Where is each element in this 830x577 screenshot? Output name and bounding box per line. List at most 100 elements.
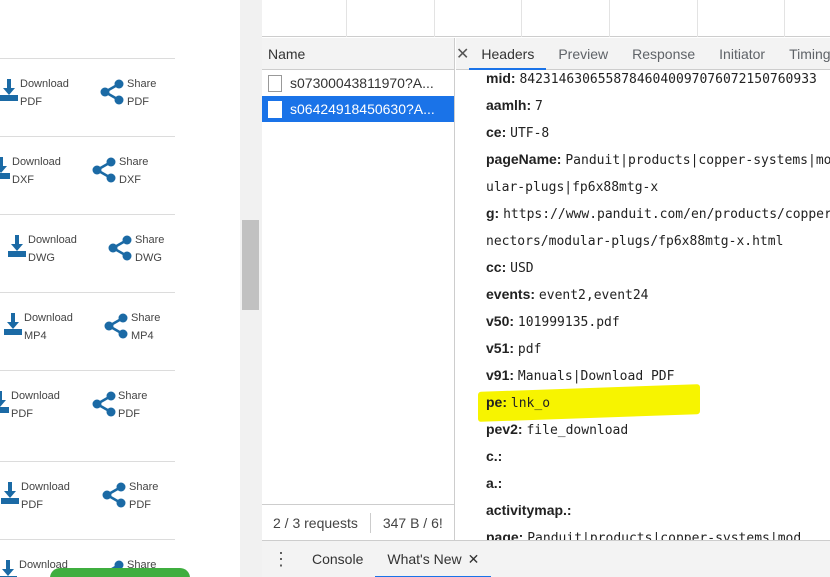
download-label: Download bbox=[24, 312, 73, 324]
param-key: pev2: bbox=[486, 421, 523, 437]
download-icon[interactable] bbox=[1, 482, 19, 509]
download-row: Download PDF Share PDF bbox=[0, 58, 175, 136]
param-key: mid: bbox=[486, 71, 516, 86]
param-row: page: Panduit|products|copper-systems|mo… bbox=[486, 524, 830, 540]
download-link[interactable]: Download DWG bbox=[28, 231, 77, 267]
param-row: mid: 84231463065587846040097076072150760… bbox=[486, 71, 830, 92]
share-label: Share bbox=[129, 481, 159, 493]
tab-timing[interactable]: Timing bbox=[777, 38, 830, 70]
download-row: Download PDF Share PDF bbox=[0, 370, 175, 461]
transfer-size: 347 B / 6! bbox=[382, 514, 443, 531]
param-row: nectors/modular-plugs/fp6x88mtg-x.html bbox=[486, 227, 830, 254]
share-file-type: PDF bbox=[129, 499, 151, 511]
download-icon[interactable] bbox=[0, 157, 10, 184]
share-icon[interactable] bbox=[102, 482, 126, 513]
drawer-tab-label: Console bbox=[312, 550, 364, 567]
download-label: Download bbox=[12, 156, 61, 168]
screen: Download PDF Share PDF Download DXF Share DXF Do… bbox=[0, 0, 830, 577]
document-icon bbox=[268, 74, 282, 92]
download-icon[interactable] bbox=[0, 560, 17, 577]
share-file-type: DXF bbox=[119, 174, 141, 186]
share-link[interactable]: Share PDF bbox=[129, 478, 158, 514]
request-detail-pane: ✕ Headers Preview Response Initiator Timing … bbox=[456, 38, 830, 540]
param-value: pdf bbox=[517, 342, 542, 357]
share-link[interactable]: Share MP4 bbox=[131, 309, 160, 345]
page-scrollbar-thumb[interactable] bbox=[242, 220, 259, 310]
param-row: pageName: Panduit|products|copper-system… bbox=[486, 146, 830, 173]
download-icon[interactable] bbox=[4, 313, 22, 340]
param-row: g: https://www.panduit.com/en/products/c… bbox=[486, 200, 830, 227]
tab-headers[interactable]: Headers bbox=[469, 38, 547, 70]
tab-preview[interactable]: Preview bbox=[546, 38, 620, 70]
share-label: Share bbox=[131, 312, 161, 324]
download-link[interactable]: Download MP4 bbox=[24, 309, 73, 345]
param-value: file_download bbox=[526, 423, 629, 438]
devtools-network-panel: Name s07300043811970?A... s06424918450630… bbox=[262, 0, 830, 577]
request-name: s06424918450630?A... bbox=[290, 101, 435, 117]
param-key: aamlh: bbox=[486, 97, 532, 113]
download-icon[interactable] bbox=[0, 391, 9, 418]
tab-response[interactable]: Response bbox=[620, 38, 707, 70]
share-icon[interactable] bbox=[92, 391, 116, 422]
download-link[interactable]: Download PDF bbox=[20, 75, 69, 111]
download-icon[interactable] bbox=[8, 235, 26, 262]
request-count: 2 / 3 requests bbox=[273, 514, 358, 531]
download-label: Download bbox=[11, 390, 60, 402]
detail-tabs: ✕ Headers Preview Response Initiator Timing bbox=[456, 38, 830, 70]
share-icon[interactable] bbox=[100, 79, 124, 110]
param-value: USD bbox=[510, 261, 534, 276]
chat-pill-button[interactable] bbox=[50, 568, 190, 577]
param-value: 7 bbox=[535, 99, 543, 114]
share-link[interactable]: Share PDF bbox=[118, 387, 147, 423]
share-link[interactable]: Share DXF bbox=[119, 153, 148, 189]
param-key: page: bbox=[486, 529, 524, 540]
download-file-type: MP4 bbox=[24, 330, 47, 342]
drawer-tab-what-s-new[interactable]: What's New ✕ bbox=[375, 541, 492, 577]
download-link[interactable]: Download PDF bbox=[11, 387, 60, 423]
share-file-type: PDF bbox=[118, 408, 140, 420]
param-row: v51: pdf bbox=[486, 335, 830, 362]
query-params-list: mid: 84231463065587846040097076072150760… bbox=[456, 71, 830, 540]
request-row[interactable]: s06424918450630?A... bbox=[262, 96, 454, 122]
param-value: 84231463065587846040097076072150760933 bbox=[519, 72, 817, 87]
param-key: c.: bbox=[486, 448, 503, 464]
request-row[interactable]: s07300043811970?A... bbox=[262, 70, 454, 96]
share-file-type: MP4 bbox=[131, 330, 154, 342]
param-key: activitymap.: bbox=[486, 502, 572, 518]
close-tab-icon[interactable]: ✕ bbox=[468, 551, 480, 567]
param-row: ce: UTF-8 bbox=[486, 119, 830, 146]
close-detail-icon[interactable]: ✕ bbox=[456, 44, 469, 64]
download-link[interactable]: Download DXF bbox=[12, 153, 61, 189]
param-value: UTF-8 bbox=[510, 126, 550, 141]
drawer-tab-console[interactable]: Console bbox=[300, 541, 375, 577]
share-link[interactable]: Share DWG bbox=[135, 231, 164, 267]
download-file-type: PDF bbox=[21, 499, 43, 511]
share-icon[interactable] bbox=[104, 313, 128, 344]
share-link[interactable]: Share PDF bbox=[127, 75, 156, 111]
share-icon[interactable] bbox=[108, 235, 132, 266]
param-value: https://www.panduit.com/en/products/copp… bbox=[503, 207, 830, 222]
param-row: activitymap.: bbox=[486, 497, 830, 524]
share-label: Share bbox=[135, 234, 165, 246]
param-key: v50: bbox=[486, 313, 515, 329]
param-key: g: bbox=[486, 205, 500, 221]
param-row: v50: 101999135.pdf bbox=[486, 308, 830, 335]
network-overview-timeline bbox=[262, 0, 830, 37]
param-row: a.: bbox=[486, 470, 830, 497]
download-icon[interactable] bbox=[0, 79, 18, 106]
param-key: v51: bbox=[486, 340, 515, 356]
download-file-type: PDF bbox=[20, 96, 42, 108]
tab-initiator[interactable]: Initiator bbox=[707, 38, 777, 70]
param-row: v91: Manuals|Download PDF bbox=[486, 362, 830, 389]
param-value: event2,event24 bbox=[538, 288, 649, 303]
share-icon[interactable] bbox=[92, 157, 116, 188]
param-value: Panduit|products|copper-systems|mod bbox=[565, 153, 830, 168]
drawer-tab-label: What's New bbox=[387, 550, 462, 567]
download-link[interactable]: Download PDF bbox=[21, 478, 70, 514]
name-column-header[interactable]: Name bbox=[262, 38, 454, 70]
param-row: cc: USD bbox=[486, 254, 830, 281]
param-value: lnk_o bbox=[510, 396, 551, 411]
param-value: ular-plugs|fp6x88mtg-x bbox=[486, 180, 659, 195]
drawer-menu-icon[interactable]: ⋮ bbox=[262, 549, 300, 570]
param-key: pageName: bbox=[486, 151, 562, 167]
